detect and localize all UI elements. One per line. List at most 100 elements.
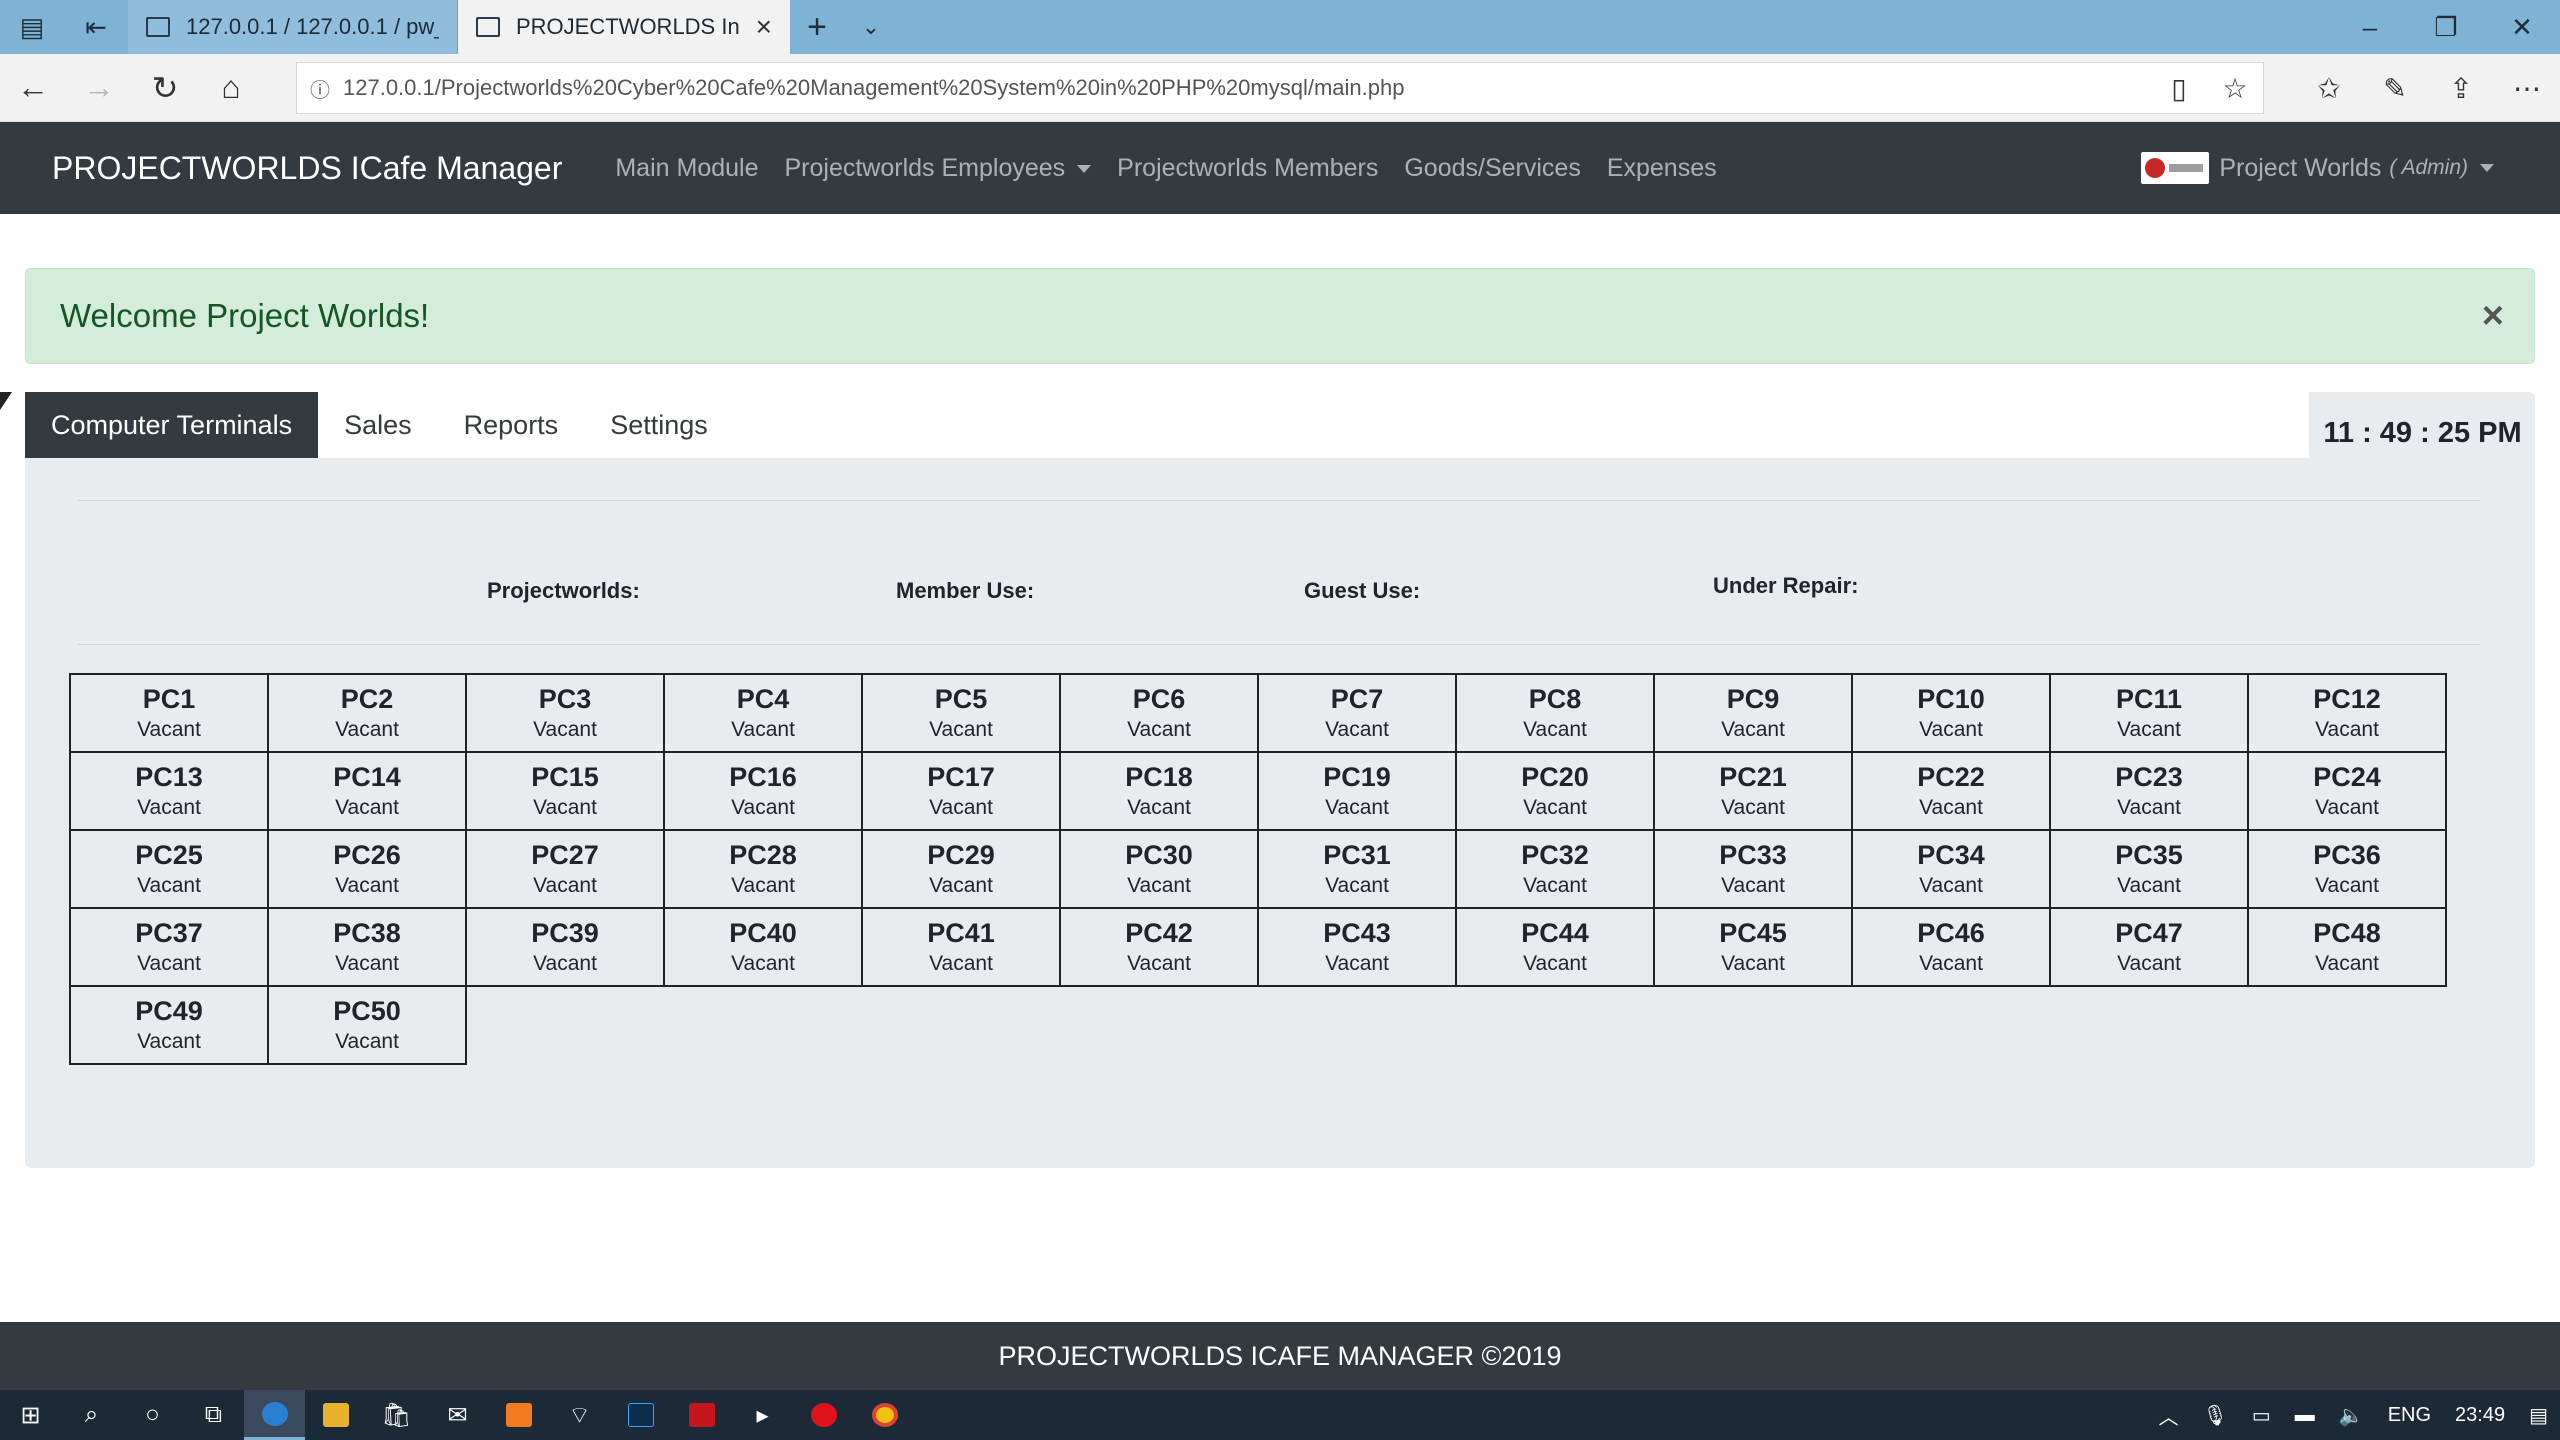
close-icon[interactable]: ×: [2482, 295, 2504, 338]
terminal-card[interactable]: PC16 Vacant: [665, 753, 863, 831]
terminal-card[interactable]: PC22 Vacant: [1853, 753, 2051, 831]
task-view-icon[interactable]: ⧉: [183, 1390, 244, 1440]
terminal-card[interactable]: PC27 Vacant: [467, 831, 665, 909]
terminal-card[interactable]: PC7 Vacant: [1259, 675, 1457, 753]
user-menu[interactable]: Project Worlds ( Admin): [2141, 122, 2494, 214]
opera-icon[interactable]: [793, 1390, 854, 1440]
photoshop-icon[interactable]: [610, 1390, 671, 1440]
back-icon[interactable]: ←: [0, 54, 66, 122]
battery-icon[interactable]: ▬: [2283, 1404, 2327, 1427]
terminal-card[interactable]: PC41 Vacant: [863, 909, 1061, 987]
search-icon[interactable]: ⌕: [61, 1390, 122, 1440]
nav-employees-dropdown[interactable]: Projectworlds Employees: [772, 154, 1105, 183]
terminal-card[interactable]: PC18 Vacant: [1061, 753, 1259, 831]
terminal-card[interactable]: PC50 Vacant: [269, 987, 467, 1065]
nav-goods-services[interactable]: Goods/Services: [1391, 154, 1593, 183]
mail-icon[interactable]: ✉: [427, 1390, 488, 1440]
browser-tab[interactable]: 127.0.0.1 / 127.0.0.1 / pw_cy: [128, 0, 458, 54]
tab-sales[interactable]: Sales: [318, 392, 438, 458]
star-icon[interactable]: ☆: [2207, 72, 2263, 105]
terminal-card[interactable]: PC12 Vacant: [2249, 675, 2447, 753]
terminal-card[interactable]: PC31 Vacant: [1259, 831, 1457, 909]
nav-expenses[interactable]: Expenses: [1594, 154, 1730, 183]
terminal-card[interactable]: PC28 Vacant: [665, 831, 863, 909]
wifi-icon[interactable]: ⌔: [549, 1390, 610, 1440]
terminal-card[interactable]: PC3 Vacant: [467, 675, 665, 753]
terminal-card[interactable]: PC37 Vacant: [71, 909, 269, 987]
restore-icon[interactable]: ❐: [2408, 0, 2484, 54]
terminal-card[interactable]: PC10 Vacant: [1853, 675, 2051, 753]
microphone-icon[interactable]: 🎙: [2190, 1403, 2239, 1428]
brand-link[interactable]: PROJECTWORLDS ICafe Manager: [52, 150, 562, 187]
terminal-card[interactable]: PC34 Vacant: [1853, 831, 2051, 909]
terminal-card[interactable]: PC4 Vacant: [665, 675, 863, 753]
volume-icon[interactable]: 🔈: [2327, 1403, 2376, 1428]
terminal-card[interactable]: PC35 Vacant: [2051, 831, 2249, 909]
terminal-card[interactable]: PC48 Vacant: [2249, 909, 2447, 987]
edge-browser-icon[interactable]: [244, 1390, 305, 1440]
chrome-icon[interactable]: [854, 1390, 915, 1440]
terminal-card[interactable]: PC11 Vacant: [2051, 675, 2249, 753]
nav-main-module[interactable]: Main Module: [602, 154, 771, 183]
forward-icon[interactable]: →: [66, 54, 132, 122]
terminal-card[interactable]: PC49 Vacant: [71, 987, 269, 1065]
chevron-down-icon[interactable]: ⌄: [844, 0, 898, 54]
terminal-card[interactable]: PC23 Vacant: [2051, 753, 2249, 831]
terminal-card[interactable]: PC24 Vacant: [2249, 753, 2447, 831]
terminal-card[interactable]: PC6 Vacant: [1061, 675, 1259, 753]
url-field[interactable]: ⓘ 127.0.0.1/Projectworlds%20Cyber%20Cafe…: [296, 62, 2264, 114]
browser-tab-active[interactable]: PROJECTWORLDS Interi ×: [458, 0, 790, 54]
terminal-card[interactable]: PC30 Vacant: [1061, 831, 1259, 909]
windows-start-icon[interactable]: ⊞: [0, 1390, 61, 1440]
terminal-card[interactable]: PC29 Vacant: [863, 831, 1061, 909]
info-icon[interactable]: ⓘ: [297, 74, 343, 103]
terminal-card[interactable]: PC13 Vacant: [71, 753, 269, 831]
terminal-card[interactable]: PC19 Vacant: [1259, 753, 1457, 831]
terminal-card[interactable]: PC2 Vacant: [269, 675, 467, 753]
terminal-card[interactable]: PC21 Vacant: [1655, 753, 1853, 831]
terminal-card[interactable]: PC43 Vacant: [1259, 909, 1457, 987]
terminal-card[interactable]: PC25 Vacant: [71, 831, 269, 909]
xampp-icon[interactable]: [488, 1390, 549, 1440]
cortana-icon[interactable]: ○: [122, 1390, 183, 1440]
reading-view-icon[interactable]: ▯: [2151, 72, 2207, 105]
pen-icon[interactable]: ✎: [2362, 54, 2428, 122]
tab-reports[interactable]: Reports: [438, 392, 585, 458]
terminal-card[interactable]: PC1 Vacant: [71, 675, 269, 753]
acrobat-icon[interactable]: [671, 1390, 732, 1440]
share-icon[interactable]: ⇪: [2428, 54, 2494, 122]
terminal-card[interactable]: PC45 Vacant: [1655, 909, 1853, 987]
terminal-card[interactable]: PC38 Vacant: [269, 909, 467, 987]
more-icon[interactable]: ⋯: [2494, 54, 2560, 122]
terminal-card[interactable]: PC8 Vacant: [1457, 675, 1655, 753]
terminal-card[interactable]: PC33 Vacant: [1655, 831, 1853, 909]
terminal-card[interactable]: PC42 Vacant: [1061, 909, 1259, 987]
notification-icon[interactable]: ▤: [2517, 1403, 2560, 1428]
terminal-card[interactable]: PC15 Vacant: [467, 753, 665, 831]
terminal-card[interactable]: PC36 Vacant: [2249, 831, 2447, 909]
language-indicator[interactable]: ENG: [2376, 1404, 2443, 1427]
terminal-card[interactable]: PC20 Vacant: [1457, 753, 1655, 831]
terminal-card[interactable]: PC26 Vacant: [269, 831, 467, 909]
tab-actions-icon[interactable]: ▤: [0, 0, 64, 54]
terminal-card[interactable]: PC17 Vacant: [863, 753, 1061, 831]
terminal-card[interactable]: PC40 Vacant: [665, 909, 863, 987]
close-window-icon[interactable]: ✕: [2484, 0, 2560, 54]
chevron-up-icon[interactable]: ︿: [2146, 1401, 2190, 1430]
taskbar-clock[interactable]: 23:49: [2443, 1404, 2517, 1427]
terminal-card[interactable]: PC47 Vacant: [2051, 909, 2249, 987]
minimize-icon[interactable]: –: [2332, 0, 2408, 54]
tab-settings[interactable]: Settings: [584, 392, 734, 458]
tab-computer-terminals[interactable]: Computer Terminals: [25, 392, 319, 458]
file-explorer-icon[interactable]: [305, 1390, 366, 1440]
home-icon[interactable]: ⌂: [198, 54, 264, 122]
url-text[interactable]: 127.0.0.1/Projectworlds%20Cyber%20Cafe%2…: [343, 75, 2151, 101]
terminal-card[interactable]: PC5 Vacant: [863, 675, 1061, 753]
new-tab-icon[interactable]: +: [790, 0, 844, 54]
set-tabs-aside-icon[interactable]: ⇤: [64, 0, 128, 54]
terminal-card[interactable]: PC44 Vacant: [1457, 909, 1655, 987]
terminal-card[interactable]: PC14 Vacant: [269, 753, 467, 831]
terminal-card[interactable]: PC46 Vacant: [1853, 909, 2051, 987]
store-icon[interactable]: 🛍: [366, 1390, 427, 1440]
nav-members[interactable]: Projectworlds Members: [1104, 154, 1391, 183]
